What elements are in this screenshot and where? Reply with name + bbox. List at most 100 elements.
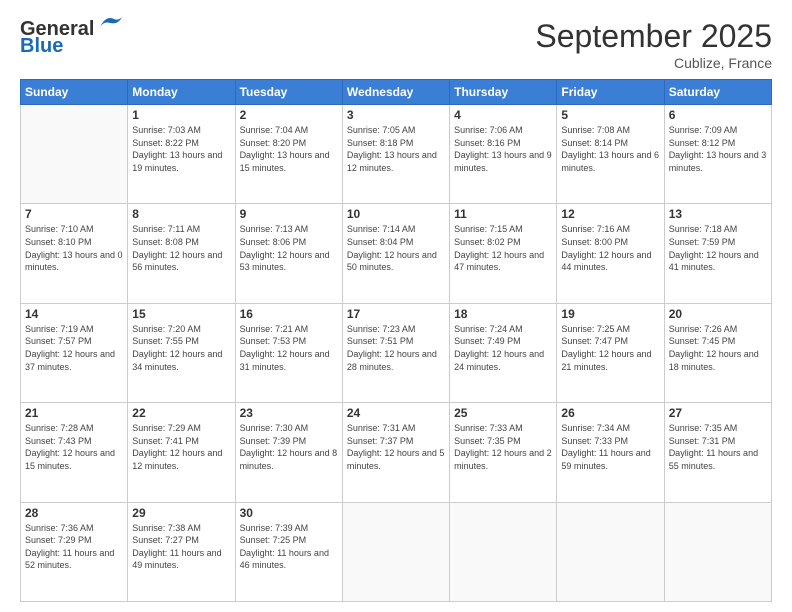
day-number: 17 [347,307,445,321]
calendar-cell: 17 Sunrise: 7:23 AMSunset: 7:51 PMDayligh… [342,303,449,402]
cell-info: Sunrise: 7:09 AMSunset: 8:12 PMDaylight:… [669,124,767,174]
day-number: 4 [454,108,552,122]
day-number: 29 [132,506,230,520]
weekday-thursday: Thursday [450,80,557,105]
week-row-3: 21Sunrise: 7:28 AMSunset: 7:43 PMDayligh… [21,403,772,502]
calendar-cell [664,502,771,601]
cell-info: Sunrise: 7:21 AMSunset: 7:53 PMDaylight:… [240,323,338,373]
calendar-cell: 1Sunrise: 7:03 AMSunset: 8:22 PMDaylight… [128,105,235,204]
day-number: 7 [25,207,123,221]
day-number: 15 [132,307,230,321]
cell-info: Sunrise: 7:05 AMSunset: 8:18 PMDaylight:… [347,124,445,174]
logo-bird-icon [96,13,124,36]
weekday-tuesday: Tuesday [235,80,342,105]
calendar-cell: 4 Sunrise: 7:06 AMSunset: 8:16 PMDaylight… [450,105,557,204]
day-number: 3 [347,108,445,122]
calendar-cell: 23Sunrise: 7:30 AMSunset: 7:39 PMDayligh… [235,403,342,502]
logo: General Blue [20,18,124,58]
cell-info: Sunrise: 7:25 AMSunset: 7:47 PMDaylight:… [561,323,659,373]
cell-info: Sunrise: 7:29 AMSunset: 7:41 PMDaylight:… [132,422,230,472]
calendar-cell: 22 Sunrise: 7:29 AMSunset: 7:41 PMDayligh… [128,403,235,502]
day-number: 26 [561,406,659,420]
cell-info: Sunrise: 7:19 AMSunset: 7:57 PMDaylight:… [25,323,123,373]
calendar-cell: 21Sunrise: 7:28 AMSunset: 7:43 PMDayligh… [21,403,128,502]
day-number: 22 [132,406,230,420]
cell-info: Sunrise: 7:24 AMSunset: 7:49 PMDaylight:… [454,323,552,373]
title-block: September 2025 Cublize, France [535,18,772,71]
calendar-cell: 8 Sunrise: 7:11 AMSunset: 8:08 PMDaylight… [128,204,235,303]
calendar-cell: 30 Sunrise: 7:39 AMSunset: 7:25 PMDayligh… [235,502,342,601]
cell-info: Sunrise: 7:30 AMSunset: 7:39 PMDaylight:… [240,422,338,472]
cell-info: Sunrise: 7:33 AMSunset: 7:35 PMDaylight:… [454,422,552,472]
weekday-header-row: SundayMondayTuesdayWednesdayThursdayFrid… [21,80,772,105]
calendar-cell: 20 Sunrise: 7:26 AMSunset: 7:45 PMDayligh… [664,303,771,402]
day-number: 10 [347,207,445,221]
day-number: 24 [347,406,445,420]
calendar-cell: 5Sunrise: 7:08 AMSunset: 8:14 PMDaylight… [557,105,664,204]
day-number: 25 [454,406,552,420]
calendar-cell: 28 Sunrise: 7:36 AMSunset: 7:29 PMDayligh… [21,502,128,601]
cell-info: Sunrise: 7:20 AMSunset: 7:55 PMDaylight:… [132,323,230,373]
calendar-cell: 26 Sunrise: 7:34 AMSunset: 7:33 PMDayligh… [557,403,664,502]
cell-info: Sunrise: 7:34 AMSunset: 7:33 PMDaylight:… [561,422,659,472]
cell-info: Sunrise: 7:36 AMSunset: 7:29 PMDaylight:… [25,522,123,572]
day-number: 21 [25,406,123,420]
day-number: 18 [454,307,552,321]
cell-info: Sunrise: 7:11 AMSunset: 8:08 PMDaylight:… [132,223,230,273]
day-number: 11 [454,207,552,221]
calendar-cell: 16Sunrise: 7:21 AMSunset: 7:53 PMDayligh… [235,303,342,402]
cell-info: Sunrise: 7:03 AMSunset: 8:22 PMDaylight:… [132,124,230,174]
calendar-cell [450,502,557,601]
day-number: 30 [240,506,338,520]
calendar-cell: 14Sunrise: 7:19 AMSunset: 7:57 PMDayligh… [21,303,128,402]
cell-info: Sunrise: 7:38 AMSunset: 7:27 PMDaylight:… [132,522,230,572]
calendar-cell: 15 Sunrise: 7:20 AMSunset: 7:55 PMDayligh… [128,303,235,402]
calendar-cell: 2 Sunrise: 7:04 AMSunset: 8:20 PMDaylight… [235,105,342,204]
week-row-4: 28 Sunrise: 7:36 AMSunset: 7:29 PMDayligh… [21,502,772,601]
weekday-friday: Friday [557,80,664,105]
cell-info: Sunrise: 7:39 AMSunset: 7:25 PMDaylight:… [240,522,338,572]
week-row-0: 1Sunrise: 7:03 AMSunset: 8:22 PMDaylight… [21,105,772,204]
cell-info: Sunrise: 7:15 AMSunset: 8:02 PMDaylight:… [454,223,552,273]
calendar-cell: 29 Sunrise: 7:38 AMSunset: 7:27 PMDayligh… [128,502,235,601]
day-number: 12 [561,207,659,221]
page: General Blue September 2025 Cublize, Fra… [0,0,792,612]
calendar-cell: 6 Sunrise: 7:09 AMSunset: 8:12 PMDaylight… [664,105,771,204]
day-number: 19 [561,307,659,321]
calendar-cell: 3 Sunrise: 7:05 AMSunset: 8:18 PMDaylight… [342,105,449,204]
day-number: 9 [240,207,338,221]
calendar-cell: 9 Sunrise: 7:13 AMSunset: 8:06 PMDaylight… [235,204,342,303]
day-number: 5 [561,108,659,122]
calendar-cell: 10 Sunrise: 7:14 AMSunset: 8:04 PMDayligh… [342,204,449,303]
header: General Blue September 2025 Cublize, Fra… [20,18,772,71]
week-row-2: 14Sunrise: 7:19 AMSunset: 7:57 PMDayligh… [21,303,772,402]
day-number: 8 [132,207,230,221]
day-number: 2 [240,108,338,122]
cell-info: Sunrise: 7:13 AMSunset: 8:06 PMDaylight:… [240,223,338,273]
week-row-1: 7 Sunrise: 7:10 AMSunset: 8:10 PMDaylight… [21,204,772,303]
calendar-cell: 27 Sunrise: 7:35 AMSunset: 7:31 PMDayligh… [664,403,771,502]
weekday-saturday: Saturday [664,80,771,105]
day-number: 27 [669,406,767,420]
cell-info: Sunrise: 7:06 AMSunset: 8:16 PMDaylight:… [454,124,552,174]
calendar-cell: 11 Sunrise: 7:15 AMSunset: 8:02 PMDayligh… [450,204,557,303]
calendar-cell: 19 Sunrise: 7:25 AMSunset: 7:47 PMDayligh… [557,303,664,402]
cell-info: Sunrise: 7:35 AMSunset: 7:31 PMDaylight:… [669,422,767,472]
weekday-wednesday: Wednesday [342,80,449,105]
day-number: 20 [669,307,767,321]
cell-info: Sunrise: 7:16 AMSunset: 8:00 PMDaylight:… [561,223,659,273]
location: Cublize, France [535,55,772,71]
cell-info: Sunrise: 7:26 AMSunset: 7:45 PMDaylight:… [669,323,767,373]
weekday-sunday: Sunday [21,80,128,105]
calendar-table: SundayMondayTuesdayWednesdayThursdayFrid… [20,79,772,602]
calendar-cell [557,502,664,601]
month-title: September 2025 [535,18,772,55]
cell-info: Sunrise: 7:10 AMSunset: 8:10 PMDaylight:… [25,223,123,273]
day-number: 6 [669,108,767,122]
cell-info: Sunrise: 7:04 AMSunset: 8:20 PMDaylight:… [240,124,338,174]
cell-info: Sunrise: 7:23 AMSunset: 7:51 PMDaylight:… [347,323,445,373]
calendar-cell: 18 Sunrise: 7:24 AMSunset: 7:49 PMDayligh… [450,303,557,402]
cell-info: Sunrise: 7:14 AMSunset: 8:04 PMDaylight:… [347,223,445,273]
calendar-cell [21,105,128,204]
day-number: 28 [25,506,123,520]
